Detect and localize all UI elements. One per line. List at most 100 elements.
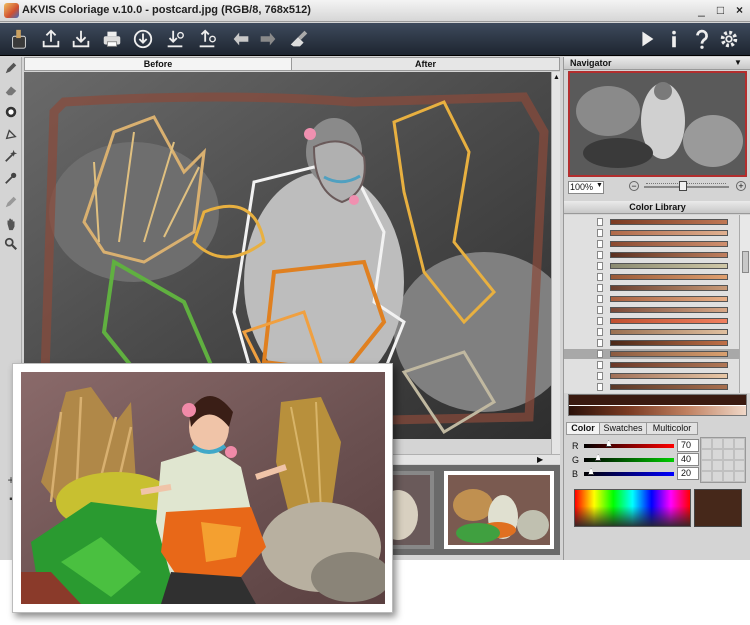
gradient-swatch[interactable] [610, 285, 728, 291]
pencil-icon [5, 62, 17, 74]
settings-icon [720, 30, 738, 48]
color-library-list[interactable] [564, 215, 750, 393]
document-icon [597, 218, 603, 226]
green-label: G [572, 455, 580, 465]
eyedropper-icon [5, 172, 17, 184]
library-row[interactable] [564, 294, 739, 304]
import-strokes-button[interactable] [162, 26, 188, 52]
gradient-swatch[interactable] [610, 274, 728, 280]
document-icon [597, 251, 603, 259]
gradient-swatch[interactable] [610, 307, 728, 313]
green-value[interactable]: 40 [677, 453, 699, 466]
blue-value[interactable]: 20 [677, 467, 699, 480]
undo-button[interactable] [228, 26, 254, 52]
print-button[interactable] [99, 26, 125, 52]
library-row[interactable] [564, 349, 739, 359]
fill-tool[interactable] [3, 127, 19, 143]
eyedropper-tool[interactable] [3, 171, 19, 187]
zoom-dropdown-icon[interactable]: ▼ [596, 182, 603, 189]
library-row[interactable] [564, 305, 739, 315]
save-icon [72, 30, 90, 48]
document-icon [597, 328, 603, 336]
library-row[interactable] [564, 261, 739, 271]
clear-icon [290, 30, 308, 47]
gradient-swatch[interactable] [610, 373, 728, 379]
library-row[interactable] [564, 316, 739, 326]
navigator-preview[interactable] [568, 71, 747, 177]
keep-color-tool[interactable] [3, 195, 19, 211]
gradient-swatch[interactable] [610, 241, 728, 247]
share-button[interactable] [130, 26, 156, 52]
info-icon [672, 30, 676, 48]
zoom-slider-knob[interactable] [679, 181, 687, 191]
canvas-vertical-scrollbar[interactable]: ▲ [551, 72, 560, 454]
gradient-preview[interactable] [568, 394, 747, 416]
library-row[interactable] [564, 228, 739, 238]
magic-tube-tool[interactable] [3, 149, 19, 165]
color-library-scrollbar[interactable] [739, 215, 750, 393]
panel-menu-icon[interactable]: ▼ [734, 57, 742, 69]
redo-button[interactable] [255, 26, 281, 52]
gradient-swatch[interactable] [610, 362, 728, 368]
library-row[interactable] [564, 283, 739, 293]
library-row[interactable] [564, 327, 739, 337]
color-tabs: Color Swatches Multicolor [566, 422, 750, 435]
gradient-swatch[interactable] [610, 263, 728, 269]
gradient-swatch[interactable] [610, 230, 728, 236]
color-spectrum[interactable] [574, 489, 691, 527]
maximize-button[interactable]: □ [712, 2, 729, 19]
zoom-tool[interactable] [3, 237, 19, 253]
zoom-out-icon[interactable]: − [629, 181, 639, 191]
document-icon [597, 262, 603, 270]
tab-after[interactable]: After [291, 57, 560, 71]
recent-colors-grid[interactable] [700, 437, 746, 483]
library-row[interactable] [564, 217, 739, 227]
minimize-button[interactable]: _ [693, 2, 710, 19]
help-button[interactable] [689, 26, 715, 52]
open-icon [42, 29, 60, 48]
library-row[interactable] [564, 371, 739, 381]
tab-before[interactable]: Before [24, 57, 292, 71]
open-button[interactable] [38, 26, 64, 52]
library-row[interactable] [564, 239, 739, 249]
document-icon [597, 339, 603, 347]
gradient-swatch[interactable] [610, 318, 728, 324]
scroll-up-icon[interactable]: ▲ [553, 74, 560, 81]
eraser-icon [5, 86, 17, 96]
gradient-swatch[interactable] [610, 340, 728, 346]
eraser-tool[interactable] [3, 83, 19, 99]
settings-button[interactable] [716, 26, 742, 52]
thumbnail-selected[interactable] [444, 471, 554, 549]
zoom-in-icon[interactable]: + [736, 181, 746, 191]
red-value[interactable]: 70 [677, 439, 699, 452]
help-icon [696, 29, 708, 49]
gradient-swatch[interactable] [610, 296, 728, 302]
library-row[interactable] [564, 338, 739, 348]
library-row[interactable] [564, 272, 739, 282]
run-icon [642, 31, 654, 47]
hand-tool[interactable] [3, 217, 19, 233]
gradient-swatch[interactable] [610, 384, 728, 390]
blue-slider[interactable]: B 20 [572, 467, 699, 483]
tab-swatches[interactable]: Swatches [599, 422, 647, 435]
tab-color[interactable]: Color [566, 422, 600, 435]
scroll-right-icon[interactable]: ▶ [537, 455, 543, 464]
info-button[interactable] [661, 26, 687, 52]
clear-strokes-button[interactable] [286, 26, 312, 52]
library-row[interactable] [564, 382, 739, 392]
document-icon [597, 350, 603, 358]
export-strokes-button[interactable] [194, 26, 220, 52]
pencil-tool[interactable] [3, 61, 19, 77]
color-pick-tool[interactable] [3, 105, 19, 121]
gradient-swatch[interactable] [610, 252, 728, 258]
gradient-swatch[interactable] [610, 351, 728, 357]
tab-multicolor[interactable]: Multicolor [646, 422, 698, 435]
library-scroll-thumb[interactable] [742, 251, 749, 273]
gradient-swatch[interactable] [610, 219, 728, 225]
run-button[interactable] [634, 26, 660, 52]
gradient-swatch[interactable] [610, 329, 728, 335]
library-row[interactable] [564, 360, 739, 370]
library-row[interactable] [564, 250, 739, 260]
close-button[interactable]: × [731, 2, 748, 19]
save-button[interactable] [68, 26, 94, 52]
